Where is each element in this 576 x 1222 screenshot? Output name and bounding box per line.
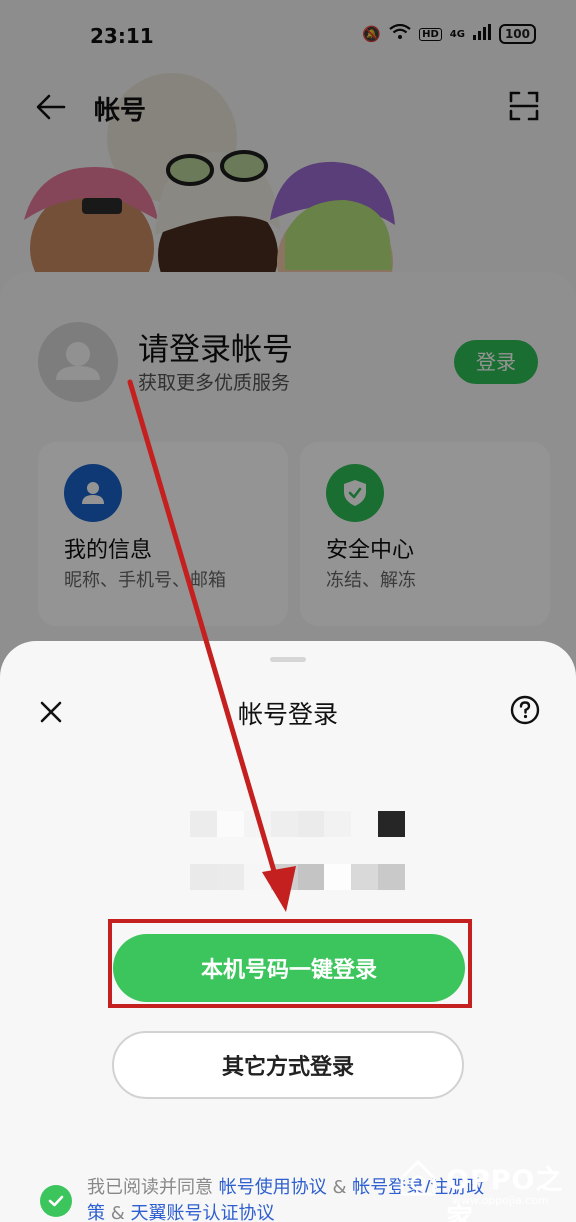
agreement-separator: & xyxy=(326,1177,353,1198)
masked-carrier-info xyxy=(190,864,405,890)
account-usage-agreement-link[interactable]: 帐号使用协议 xyxy=(219,1177,327,1198)
help-icon[interactable] xyxy=(510,695,540,725)
agreement-prefix: 我已阅读并同意 xyxy=(87,1177,219,1198)
watermark: OPPO之家 www.oppojia.com xyxy=(396,1152,566,1222)
watermark-url: www.oppojia.com xyxy=(452,1194,549,1207)
agreement-separator: & xyxy=(105,1203,131,1222)
tianyi-auth-agreement-link[interactable]: 天翼账号认证协议 xyxy=(130,1203,274,1222)
masked-phone-number xyxy=(190,811,405,837)
agree-checkbox[interactable] xyxy=(40,1185,72,1217)
sheet-title: 帐号登录 xyxy=(237,700,338,729)
one-click-login-button[interactable]: 本机号码一键登录 xyxy=(113,934,465,1002)
sheet-drag-handle[interactable] xyxy=(270,657,306,662)
watermark-text: OPPO之家 xyxy=(446,1165,564,1222)
other-login-methods-button[interactable]: 其它方式登录 xyxy=(112,1031,464,1099)
